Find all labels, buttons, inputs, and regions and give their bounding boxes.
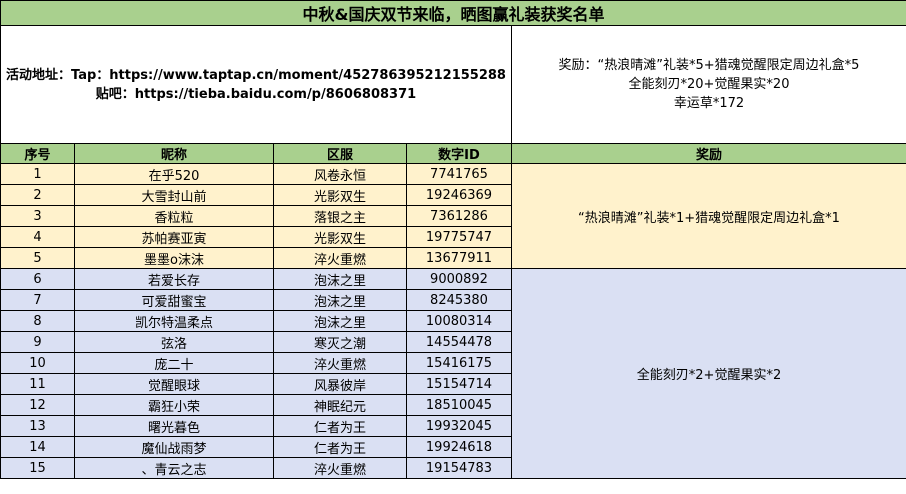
row-nickname: 墨墨o沫沫 (74, 247, 274, 269)
row-nickname: 霸狂小荣 (74, 394, 274, 416)
row-nickname: 苏帕赛亚寅 (74, 226, 274, 248)
row-server: 光影双生 (273, 226, 407, 248)
row-nickname: 大雪封山前 (74, 184, 274, 206)
row-id: 14554478 (406, 331, 512, 353)
row-id: 9000892 (406, 268, 512, 290)
row-nickname: 庞二十 (74, 352, 274, 374)
row-server: 风卷永恒 (273, 163, 407, 185)
row-nickname: 弦洛 (74, 331, 274, 353)
row-no: 10 (0, 352, 75, 374)
row-id: 19924618 (406, 436, 512, 458)
winners-table: 中秋&国庆双节来临，晒图赢礼装获奖名单 活动地址：Tap：https://www… (0, 0, 906, 479)
row-nickname: 在乎520 (74, 163, 274, 185)
activity-address-cell: 活动地址：Tap：https://www.taptap.cn/moment/45… (0, 25, 512, 144)
row-no: 13 (0, 415, 75, 437)
row-nickname: 曙光暮色 (74, 415, 274, 437)
row-nickname: 可爱甜蜜宝 (74, 289, 274, 311)
row-server: 仁者为王 (273, 415, 407, 437)
row-server: 泡沫之里 (273, 310, 407, 332)
row-no: 3 (0, 205, 75, 227)
row-server: 神眠纪元 (273, 394, 407, 416)
header-no: 序号 (0, 143, 75, 164)
row-no: 15 (0, 457, 75, 479)
row-no: 7 (0, 289, 75, 311)
total-reward-cell: 奖励：“热浪晴滩”礼装*5+猎魂觉醒限定周边礼盒*5 全能刻刃*20+觉醒果实*… (511, 25, 906, 144)
header-server: 区服 (273, 143, 407, 164)
row-id: 13677911 (406, 247, 512, 269)
row-no: 12 (0, 394, 75, 416)
row-no: 6 (0, 268, 75, 290)
row-id: 19154783 (406, 457, 512, 479)
reward-line-3: 幸运草*172 (673, 96, 745, 111)
row-server: 泡沫之里 (273, 289, 407, 311)
reward-line-2: 全能刻刃*20+觉醒果实*20 (628, 77, 790, 92)
header-id: 数字ID (406, 143, 512, 164)
row-id: 18510045 (406, 394, 512, 416)
row-no: 2 (0, 184, 75, 206)
row-no: 4 (0, 226, 75, 248)
row-nickname: 觉醒眼球 (74, 373, 274, 395)
row-server: 泡沫之里 (273, 268, 407, 290)
row-nickname: 若爱长存 (74, 268, 274, 290)
row-id: 10080314 (406, 310, 512, 332)
row-id: 19775747 (406, 226, 512, 248)
table-row: 6 若爱长存 泡沫之里 9000892 全能刻刃*2+觉醒果实*2 (0, 268, 906, 479)
row-server: 光影双生 (273, 184, 407, 206)
row-nickname: 香粒粒 (74, 205, 274, 227)
tieba-address[interactable]: 贴吧：https://tieba.baidu.com/p/8606808371 (2, 85, 511, 104)
tap-address[interactable]: 活动地址：Tap：https://www.taptap.cn/moment/45… (2, 66, 511, 85)
row-no: 1 (0, 163, 75, 185)
row-server: 淬火重燃 (273, 247, 407, 269)
table-row: 1 在乎520 风卷永恒 7741765 “热浪晴滩”礼装*1+猎魂觉醒限定周边… (0, 163, 906, 269)
row-id: 15416175 (406, 352, 512, 374)
row-server: 落银之主 (273, 205, 407, 227)
row-id: 8245380 (406, 289, 512, 311)
row-no: 9 (0, 331, 75, 353)
title-row: 中秋&国庆双节来临，晒图赢礼装获奖名单 (0, 0, 906, 26)
row-no: 14 (0, 436, 75, 458)
row-id: 19246369 (406, 184, 512, 206)
row-server: 仁者为王 (273, 436, 407, 458)
group1-reward: “热浪晴滩”礼装*1+猎魂觉醒限定周边礼盒*1 (511, 163, 906, 269)
group2-reward: 全能刻刃*2+觉醒果实*2 (511, 268, 906, 479)
row-nickname: 魔仙战雨梦 (74, 436, 274, 458)
row-id: 15154714 (406, 373, 512, 395)
row-server: 风暴彼岸 (273, 373, 407, 395)
header-reward: 奖励 (511, 143, 906, 164)
row-id: 7361286 (406, 205, 512, 227)
row-server: 淬火重燃 (273, 457, 407, 479)
info-row: 活动地址：Tap：https://www.taptap.cn/moment/45… (0, 25, 906, 144)
row-id: 19932045 (406, 415, 512, 437)
row-no: 5 (0, 247, 75, 269)
header-nickname: 昵称 (74, 143, 274, 164)
sheet-title: 中秋&国庆双节来临，晒图赢礼装获奖名单 (0, 0, 906, 26)
row-nickname: 凯尔特温柔点 (74, 310, 274, 332)
row-no: 11 (0, 373, 75, 395)
row-server: 淬火重燃 (273, 352, 407, 374)
row-nickname: 、青云之志 (74, 457, 274, 479)
row-id: 7741765 (406, 163, 512, 185)
row-no: 8 (0, 310, 75, 332)
row-server: 寒灭之潮 (273, 331, 407, 353)
reward-line-1: 奖励：“热浪晴滩”礼装*5+猎魂觉醒限定周边礼盒*5 (558, 58, 860, 73)
column-header-row: 序号 昵称 区服 数字ID 奖励 (0, 143, 906, 164)
